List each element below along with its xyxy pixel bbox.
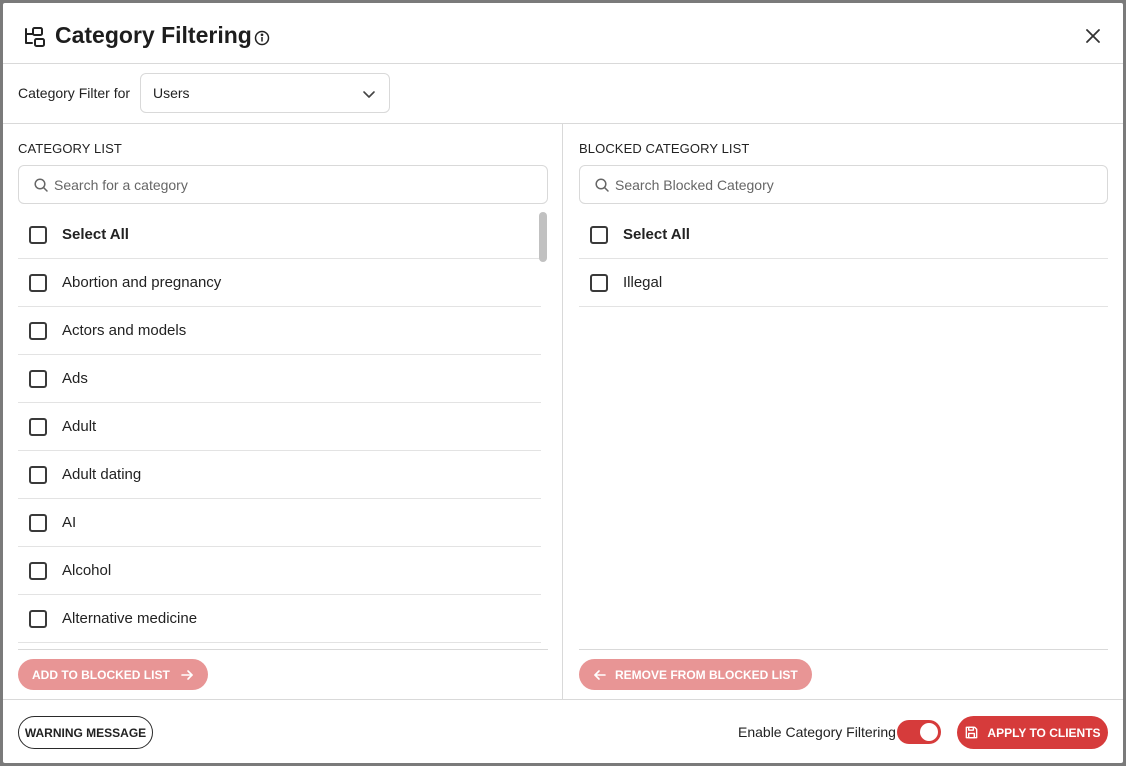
- dialog-title: Category Filtering: [55, 22, 252, 48]
- blocked-actions: REMOVE FROM BLOCKED LIST: [579, 649, 1108, 699]
- blocked-list-title: BLOCKED CATEGORY LIST: [579, 141, 750, 156]
- category-list: Select All Abortion and pregnancy Actors…: [18, 211, 541, 649]
- remove-from-blocked-button[interactable]: REMOVE FROM BLOCKED LIST: [579, 659, 812, 690]
- search-icon: [34, 178, 48, 192]
- category-checkbox[interactable]: [29, 274, 47, 292]
- category-label: Actors and models: [62, 322, 187, 339]
- enable-filtering-label: Enable Category Filtering: [738, 724, 896, 740]
- enable-filtering-toggle[interactable]: [897, 720, 941, 744]
- category-label: Ads: [62, 370, 88, 387]
- save-icon: [966, 726, 978, 739]
- category-list-title: CATEGORY LIST: [18, 141, 122, 156]
- apply-to-clients-button[interactable]: APPLY TO CLIENTS: [957, 716, 1108, 749]
- category-label: Adult: [62, 418, 97, 435]
- search-icon: [595, 178, 609, 192]
- select-all-label: Select All: [62, 226, 129, 243]
- list-item[interactable]: Adult: [18, 403, 541, 451]
- list-item[interactable]: Illegal: [579, 259, 1108, 307]
- select-all-label: Select All: [623, 226, 690, 243]
- filter-target-bar: Category Filter for Users: [3, 64, 1123, 124]
- add-to-blocked-label: ADD TO BLOCKED LIST: [32, 667, 170, 682]
- dialog-header: Category Filtering: [3, 3, 1123, 64]
- category-list-panel: CATEGORY LIST Select All Abortion and pr…: [3, 124, 563, 699]
- apply-to-clients-label: APPLY TO CLIENTS: [987, 725, 1101, 740]
- arrow-left-icon: [594, 669, 606, 680]
- category-checkbox[interactable]: [29, 322, 47, 340]
- info-icon[interactable]: [254, 30, 270, 46]
- list-item[interactable]: Adult dating: [18, 451, 541, 499]
- list-item[interactable]: Alcohol: [18, 547, 541, 595]
- blocked-category-checkbox[interactable]: [590, 274, 608, 292]
- close-icon[interactable]: [1083, 26, 1103, 46]
- list-item[interactable]: Ads: [18, 355, 541, 403]
- category-filtering-dialog: Category Filtering Category Filter for U…: [3, 3, 1123, 763]
- select-all-checkbox[interactable]: [29, 226, 47, 244]
- category-list-scrollbar[interactable]: [539, 212, 547, 262]
- dialog-footer: WARNING MESSAGE Enable Category Filterin…: [3, 699, 1123, 763]
- category-checkbox[interactable]: [29, 562, 47, 580]
- warning-message-button[interactable]: WARNING MESSAGE: [18, 716, 153, 749]
- blocked-list: Select All Illegal: [579, 211, 1108, 411]
- category-label: Abortion and pregnancy: [62, 274, 222, 291]
- add-to-blocked-button[interactable]: ADD TO BLOCKED LIST: [18, 659, 208, 690]
- filter-target-label: Category Filter for: [18, 85, 131, 101]
- blocked-category-label: Illegal: [623, 274, 663, 291]
- category-label: Adult dating: [62, 466, 142, 483]
- category-search-box[interactable]: [18, 165, 548, 204]
- select-all-checkbox[interactable]: [590, 226, 608, 244]
- category-checkbox[interactable]: [29, 370, 47, 388]
- arrow-right-icon: [180, 669, 193, 680]
- blocked-select-all-row[interactable]: Select All: [579, 211, 1108, 259]
- category-actions: ADD TO BLOCKED LIST: [18, 649, 548, 699]
- category-select-all-row[interactable]: Select All: [18, 211, 541, 259]
- filter-target-value: Users: [153, 85, 190, 101]
- category-label: Alternative medicine: [62, 610, 198, 627]
- list-item[interactable]: Actors and models: [18, 307, 541, 355]
- category-checkbox[interactable]: [29, 610, 47, 628]
- category-search-input[interactable]: [54, 174, 477, 196]
- category-tree-icon: [25, 27, 45, 47]
- blocked-search-input[interactable]: [615, 174, 1037, 196]
- toggle-knob: [920, 723, 938, 741]
- chevron-down-icon: [363, 91, 375, 98]
- blocked-search-box[interactable]: [579, 165, 1108, 204]
- category-label: Alcohol: [62, 562, 112, 579]
- category-label: AI: [62, 514, 77, 531]
- category-checkbox[interactable]: [29, 466, 47, 484]
- list-item[interactable]: Abortion and pregnancy: [18, 259, 541, 307]
- remove-from-blocked-label: REMOVE FROM BLOCKED LIST: [615, 667, 798, 682]
- category-checkbox[interactable]: [29, 418, 47, 436]
- filter-target-select[interactable]: Users: [140, 73, 390, 113]
- category-checkbox[interactable]: [29, 514, 47, 532]
- list-item[interactable]: Alternative medicine: [18, 595, 541, 643]
- list-item[interactable]: AI: [18, 499, 541, 547]
- blocked-list-panel: BLOCKED CATEGORY LIST Select All Illegal: [564, 124, 1123, 699]
